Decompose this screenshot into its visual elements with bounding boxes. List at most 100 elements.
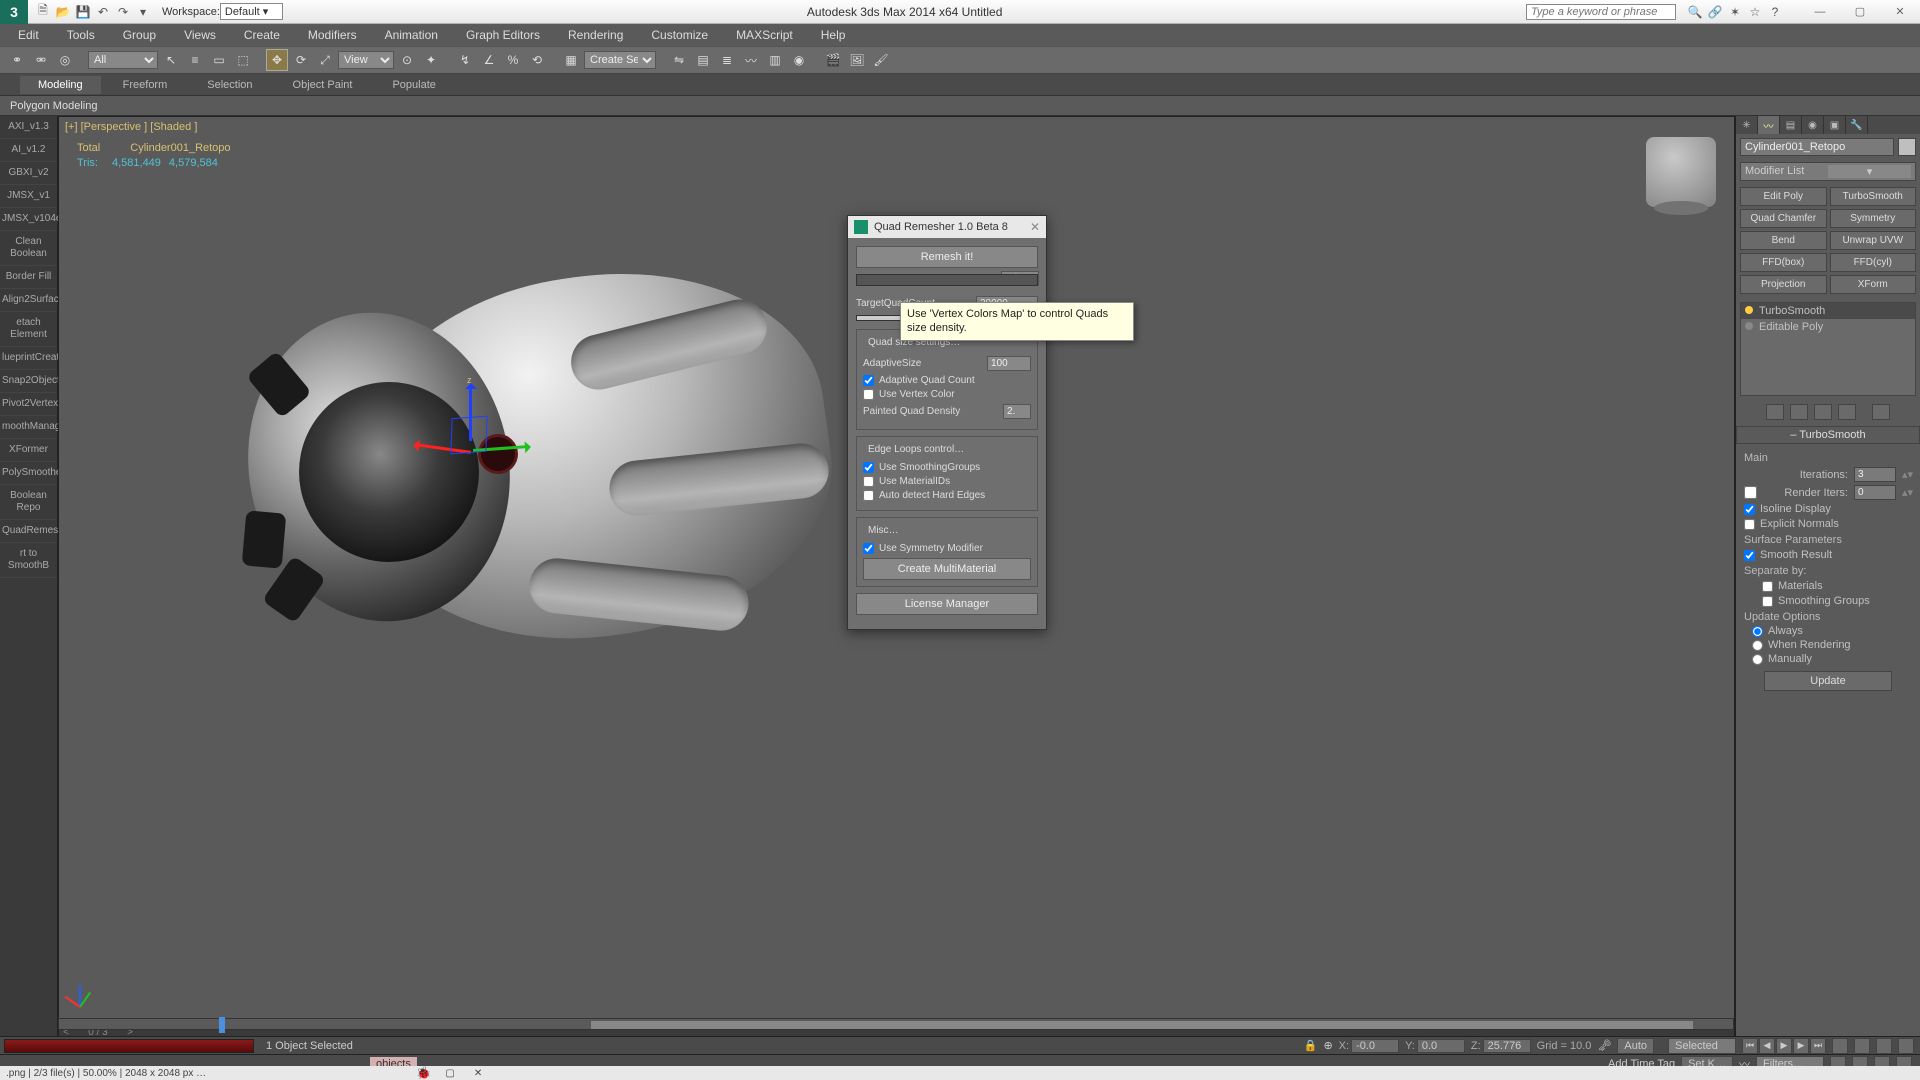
- save-icon[interactable]: 💾: [74, 3, 92, 21]
- taskbar-min-icon[interactable]: ▢: [441, 1068, 459, 1079]
- dialog-titlebar[interactable]: Quad Remesher 1.0 Beta 8 ✕: [848, 216, 1046, 238]
- hard-edges-checkbox[interactable]: [863, 490, 874, 501]
- nav-max-icon[interactable]: [1898, 1038, 1914, 1054]
- rollout-header[interactable]: – TurboSmooth: [1736, 426, 1920, 444]
- script-item[interactable]: AI_v1.2: [0, 139, 57, 162]
- ref-coord-select[interactable]: View: [338, 51, 394, 69]
- update-render-radio[interactable]: [1752, 640, 1763, 651]
- script-item[interactable]: Clean Boolean: [0, 231, 57, 266]
- script-item[interactable]: GBXI_v2: [0, 162, 57, 185]
- angle-snap-icon[interactable]: ∠: [478, 49, 500, 71]
- mod-btn-bend[interactable]: Bend: [1740, 231, 1827, 250]
- nav-zoom-icon[interactable]: [1876, 1038, 1892, 1054]
- utilities-tab-icon[interactable]: 🔧: [1846, 116, 1868, 134]
- ribbon-tab-populate[interactable]: Populate: [374, 76, 453, 94]
- manip-icon[interactable]: ✦: [420, 49, 442, 71]
- menu-modifiers[interactable]: Modifiers: [296, 26, 369, 44]
- new-icon[interactable]: 🗎: [34, 3, 52, 21]
- ribbon-tab-modeling[interactable]: Modeling: [20, 76, 101, 94]
- auto-key-button[interactable]: Auto: [1617, 1038, 1654, 1054]
- select-name-icon[interactable]: ≡: [184, 49, 206, 71]
- smoothing-groups-checkbox[interactable]: [863, 462, 874, 473]
- snap-toggle-icon[interactable]: ↯: [454, 49, 476, 71]
- mod-btn-xform[interactable]: XForm: [1830, 275, 1917, 294]
- menu-customize[interactable]: Customize: [639, 26, 720, 44]
- close-button[interactable]: ✕: [1880, 0, 1920, 24]
- script-item[interactable]: AXI_v1.3: [0, 116, 57, 139]
- script-item[interactable]: etach Element: [0, 312, 57, 347]
- menu-help[interactable]: Help: [809, 26, 858, 44]
- menu-tools[interactable]: Tools: [55, 26, 107, 44]
- ribbon-tab-freeform[interactable]: Freeform: [105, 76, 186, 94]
- adaptive-quad-checkbox[interactable]: [863, 375, 874, 386]
- script-item[interactable]: Align2Surface: [0, 289, 57, 312]
- track-bar[interactable]: [58, 1018, 1734, 1030]
- unlink-tool-icon[interactable]: ⚮: [30, 49, 52, 71]
- redo-icon[interactable]: ↷: [114, 3, 132, 21]
- modify-tab-icon[interactable]: 〰: [1758, 116, 1780, 134]
- transform-gizmo[interactable]: z: [429, 397, 569, 537]
- menu-rendering[interactable]: Rendering: [556, 26, 635, 44]
- coord-z[interactable]: 25.776: [1483, 1039, 1531, 1053]
- curve-editor-icon[interactable]: 〰: [740, 49, 762, 71]
- app-logo[interactable]: 3: [0, 0, 28, 24]
- goto-end-icon[interactable]: ⏭: [1810, 1038, 1826, 1054]
- rect-select-icon[interactable]: ▭: [208, 49, 230, 71]
- mod-btn-projection[interactable]: Projection: [1740, 275, 1827, 294]
- menu-maxscript[interactable]: MAXScript: [724, 26, 805, 44]
- script-item[interactable]: Border Fill: [0, 266, 57, 289]
- update-manual-radio[interactable]: [1752, 654, 1763, 665]
- painted-density-input[interactable]: [1003, 404, 1031, 419]
- hierarchy-tab-icon[interactable]: ▤: [1780, 116, 1802, 134]
- maximize-button[interactable]: ▢: [1840, 0, 1880, 24]
- goto-start-icon[interactable]: ⏮: [1742, 1038, 1758, 1054]
- update-always-radio[interactable]: [1752, 626, 1763, 637]
- lock-icon[interactable]: 🔒: [1304, 1039, 1318, 1052]
- workspace-select[interactable]: Default ▾: [220, 3, 283, 20]
- align-icon[interactable]: ▤: [692, 49, 714, 71]
- script-item[interactable]: Boolean Repo: [0, 485, 57, 520]
- viewport-perspective[interactable]: [+] [Perspective ] [Shaded ] TotalCylind…: [58, 116, 1735, 1040]
- dialog-close-icon[interactable]: ✕: [1030, 220, 1040, 234]
- iterations-input[interactable]: [1854, 467, 1896, 482]
- ribbon-tab-selection[interactable]: Selection: [189, 76, 270, 94]
- key-icon[interactable]: ⊕: [1323, 1039, 1332, 1052]
- menu-create[interactable]: Create: [232, 26, 292, 44]
- vertex-color-checkbox[interactable]: [863, 389, 874, 400]
- layers-icon[interactable]: ≣: [716, 49, 738, 71]
- script-item[interactable]: JMSX_v1: [0, 185, 57, 208]
- object-color-swatch[interactable]: [1898, 138, 1916, 156]
- script-item[interactable]: rt to SmoothB: [0, 543, 57, 578]
- track-range[interactable]: [591, 1021, 1693, 1029]
- isoline-checkbox[interactable]: [1744, 504, 1755, 515]
- render-icon[interactable]: 🖌: [870, 49, 892, 71]
- symmetry-checkbox[interactable]: [863, 543, 874, 554]
- sep-materials-checkbox[interactable]: [1762, 581, 1773, 592]
- material-icon[interactable]: ◉: [788, 49, 810, 71]
- stack-item-turbosmooth[interactable]: TurboSmooth: [1741, 303, 1915, 319]
- move-tool-icon[interactable]: ✥: [266, 49, 288, 71]
- taskbar-close-icon[interactable]: ✕: [469, 1068, 487, 1079]
- script-item[interactable]: moothManage: [0, 416, 57, 439]
- script-item[interactable]: XFormer: [0, 439, 57, 462]
- mod-btn-ffdcyl[interactable]: FFD(cyl): [1830, 253, 1917, 272]
- nav-orbit-icon[interactable]: [1854, 1038, 1870, 1054]
- exchange-icon[interactable]: ✶: [1726, 3, 1744, 21]
- display-tab-icon[interactable]: ▣: [1824, 116, 1846, 134]
- nav-pan-icon[interactable]: [1832, 1038, 1848, 1054]
- undo-icon[interactable]: ↶: [94, 3, 112, 21]
- script-item[interactable]: Pivot2Vertex: [0, 393, 57, 416]
- script-item[interactable]: Snap2Object: [0, 370, 57, 393]
- link-tool-icon[interactable]: ⚭: [6, 49, 28, 71]
- mod-btn-unwrap[interactable]: Unwrap UVW: [1830, 231, 1917, 250]
- adaptive-size-input[interactable]: [987, 356, 1031, 371]
- remesh-button[interactable]: Remesh it!: [856, 246, 1038, 268]
- help-icon[interactable]: ?: [1766, 3, 1784, 21]
- ribbon-subtab[interactable]: Polygon Modeling: [0, 96, 1920, 116]
- motion-tab-icon[interactable]: ◉: [1802, 116, 1824, 134]
- percent-snap-icon[interactable]: %: [502, 49, 524, 71]
- unique-icon[interactable]: [1814, 404, 1832, 420]
- render-iters-input[interactable]: [1854, 485, 1896, 500]
- mod-btn-symmetry[interactable]: Symmetry: [1830, 209, 1917, 228]
- select-tool-icon[interactable]: ↖: [160, 49, 182, 71]
